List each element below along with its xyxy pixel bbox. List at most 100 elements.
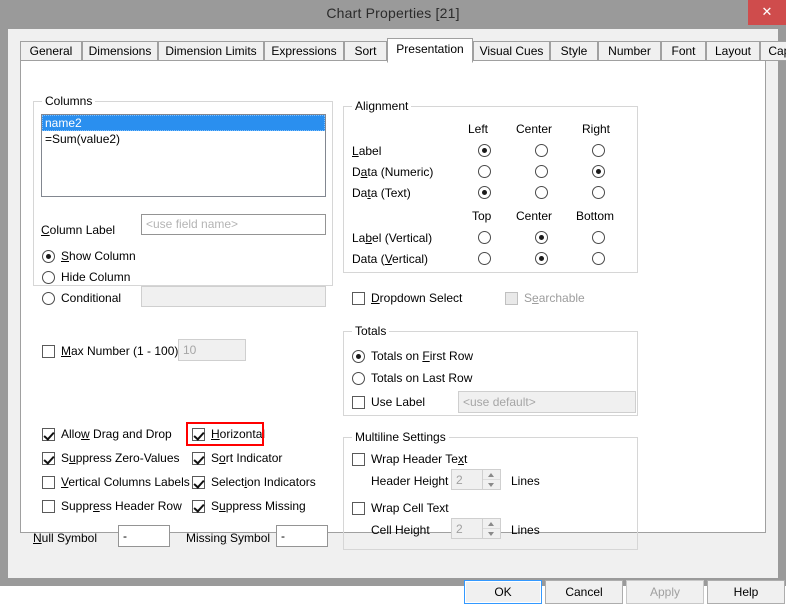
checkbox-suppress-header-row-label: Suppress Header Row (61, 499, 182, 513)
multiline-settings-group-legend: Multiline Settings (352, 430, 449, 444)
radio-data-vertical-bottom[interactable] (592, 252, 605, 265)
close-button[interactable]: ✕ (748, 0, 786, 25)
close-icon: ✕ (761, 5, 773, 20)
missing-symbol-input[interactable]: - (276, 525, 328, 547)
ok-button[interactable]: OK (464, 580, 542, 604)
tab-dimension-limits[interactable]: Dimension Limits (158, 41, 264, 61)
checkbox-wrap-header-text-label: Wrap Header Text (371, 452, 468, 466)
spinner-down-icon[interactable] (483, 480, 500, 489)
checkbox-max-number-label: Max Number (1 - 100) (61, 344, 179, 358)
tab-presentation[interactable]: Presentation (387, 38, 473, 63)
alignment-row-data-text-label: Data (Text) (352, 186, 411, 200)
checkbox-suppress-header-row[interactable] (42, 500, 55, 513)
alignment-header-top: Top (472, 209, 492, 223)
radio-data-numeric-right[interactable] (592, 165, 605, 178)
apply-button: Apply (626, 580, 704, 604)
radio-data-text-right[interactable] (592, 186, 605, 199)
null-symbol-label: Null Symbol (33, 531, 98, 545)
radio-label-vertical-center[interactable] (535, 231, 548, 244)
checkbox-searchable-label: Searchable (524, 291, 585, 305)
radio-data-text-left[interactable] (478, 186, 491, 199)
checkbox-sort-indicator[interactable] (192, 452, 205, 465)
columns-list-item[interactable]: name2 (42, 115, 325, 131)
help-button[interactable]: Help (707, 580, 785, 604)
checkbox-vertical-columns-labels-label: Vertical Columns Labels (61, 475, 190, 489)
checkbox-wrap-cell-text[interactable] (352, 502, 365, 515)
radio-data-numeric-left[interactable] (478, 165, 491, 178)
radio-data-vertical-center[interactable] (535, 252, 548, 265)
alignment-row-data-numeric-label: Data (Numeric) (352, 165, 434, 179)
alignment-header-center: Center (516, 122, 553, 136)
checkbox-dropdown-select[interactable] (352, 292, 365, 305)
radio-totals-first-row[interactable] (352, 350, 365, 363)
cell-height-spinner-buttons[interactable] (482, 519, 500, 538)
radio-hide-column-label: Hide Column (61, 270, 131, 284)
columns-group-legend: Columns (42, 94, 96, 108)
checkbox-suppress-zero-values-label: Suppress Zero-Values (61, 451, 180, 465)
header-height-spinner[interactable]: 2 (451, 469, 501, 490)
tab-number[interactable]: Number (598, 41, 661, 61)
tab-style[interactable]: Style (550, 41, 598, 61)
radio-label-left[interactable] (478, 144, 491, 157)
checkbox-suppress-missing[interactable] (192, 500, 205, 513)
header-height-value: 2 (456, 473, 463, 487)
radio-label-right[interactable] (592, 144, 605, 157)
checkbox-max-number[interactable] (42, 345, 55, 358)
checkbox-vertical-columns-labels[interactable] (42, 476, 55, 489)
tab-caption[interactable]: Caption (760, 41, 786, 61)
tab-general[interactable]: General (20, 41, 82, 61)
radio-label-vertical-top[interactable] (478, 231, 491, 244)
radio-conditional[interactable] (42, 292, 55, 305)
chart-properties-dialog: Chart Properties [21] ✕ General Dimension… (0, 0, 786, 604)
checkbox-allow-drag-and-drop[interactable] (42, 428, 55, 441)
checkbox-suppress-missing-label: Suppress Missing (211, 499, 306, 513)
radio-show-column-label: Show Column (61, 249, 136, 263)
radio-label-center[interactable] (535, 144, 548, 157)
checkbox-use-label[interactable] (352, 396, 365, 409)
checkbox-searchable (505, 292, 518, 305)
tab-expressions[interactable]: Expressions (264, 41, 344, 61)
cell-height-units: Lines (511, 523, 540, 537)
checkbox-horizontal-label: Horizontal (211, 427, 266, 441)
alignment-row-label-vertical-label: Label (Vertical) (352, 231, 433, 245)
column-label-input[interactable]: <use field name> (141, 214, 326, 235)
radio-totals-last-row-label: Totals on Last Row (371, 371, 473, 385)
checkbox-use-label-label: Use Label (371, 395, 426, 409)
tab-layout[interactable]: Layout (706, 41, 760, 61)
radio-data-text-center[interactable] (535, 186, 548, 199)
checkbox-suppress-zero-values[interactable] (42, 452, 55, 465)
header-height-units: Lines (511, 474, 540, 488)
cell-height-spinner[interactable]: 2 (451, 518, 501, 539)
spinner-up-icon[interactable] (483, 519, 500, 529)
spinner-down-icon[interactable] (483, 529, 500, 538)
checkbox-allow-drag-and-drop-label: Allow Drag and Drop (61, 427, 172, 441)
radio-hide-column[interactable] (42, 271, 55, 284)
radio-data-numeric-center[interactable] (535, 165, 548, 178)
radio-totals-last-row[interactable] (352, 372, 365, 385)
checkbox-horizontal[interactable] (192, 428, 205, 441)
tab-dimensions[interactable]: Dimensions (82, 41, 158, 61)
use-label-input: <use default> (458, 391, 636, 413)
radio-show-column[interactable] (42, 250, 55, 263)
header-height-spinner-buttons[interactable] (482, 470, 500, 489)
radio-label-vertical-bottom[interactable] (592, 231, 605, 244)
checkbox-selection-indicators-label: Selection Indicators (211, 475, 316, 489)
null-symbol-input[interactable]: - (118, 525, 170, 547)
checkbox-wrap-header-text[interactable] (352, 453, 365, 466)
checkbox-dropdown-select-label: Dropdown Select (371, 291, 463, 305)
columns-listbox[interactable]: name2 =Sum(value2) (41, 114, 326, 197)
spinner-up-icon[interactable] (483, 470, 500, 480)
title-bar: Chart Properties [21] ✕ (0, 0, 786, 29)
alignment-header-left: Left (468, 122, 489, 136)
checkbox-sort-indicator-label: Sort Indicator (211, 451, 283, 465)
alignment-header-vcenter: Center (516, 209, 553, 223)
columns-list-item[interactable]: =Sum(value2) (42, 131, 325, 147)
radio-data-vertical-top[interactable] (478, 252, 491, 265)
tab-sort[interactable]: Sort (344, 41, 387, 61)
tab-font[interactable]: Font (661, 41, 706, 61)
checkbox-selection-indicators[interactable] (192, 476, 205, 489)
alignment-header-bottom: Bottom (576, 209, 615, 223)
cell-height-label: Cell Height (371, 523, 430, 537)
tab-visual-cues[interactable]: Visual Cues (473, 41, 550, 61)
cancel-button[interactable]: Cancel (545, 580, 623, 604)
